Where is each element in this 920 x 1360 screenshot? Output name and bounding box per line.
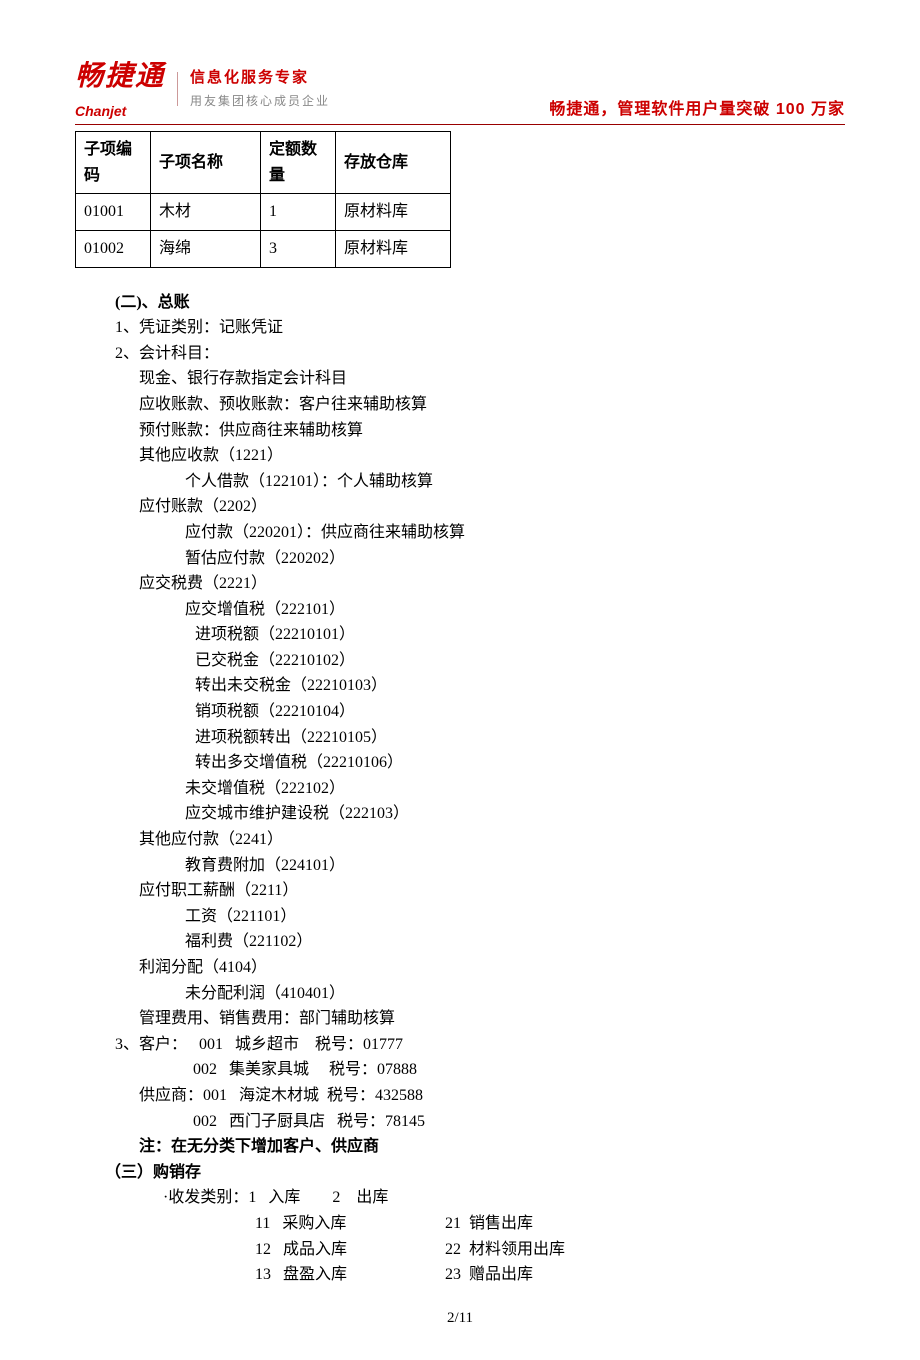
logo-group: 畅捷通 Chanjet 信息化服务专家 用友集团核心成员企业 (75, 55, 330, 122)
inout-out-2: 22 材料领用出库 (445, 1237, 565, 1263)
cell-warehouse: 原材料库 (336, 194, 451, 231)
cell-warehouse: 原材料库 (336, 230, 451, 267)
acct-receivable: 应收账款、预收账款：客户往来辅助核算 (115, 392, 845, 418)
logo-en: Chanjet (75, 100, 165, 122)
cell-name: 木材 (151, 194, 261, 231)
acct-payable-sub1: 应付款（220201）：供应商往来辅助核算 (115, 520, 845, 546)
acct-other-receivable: 其他应收款（1221） (115, 443, 845, 469)
supplier-1: 供应商：001 海淀木材城 税号：432588 (115, 1083, 845, 1109)
logo-cn: 畅捷通 (75, 55, 165, 100)
inout-row-3: 13 盘盈入库 23 赠品出库 (115, 1262, 845, 1288)
inout-in-1: 11 采购入库 (255, 1211, 445, 1237)
note-add-customer: 注：在无分类下增加客户、供应商 (115, 1134, 845, 1160)
acct-vat-6: 转出多交增值税（22210106） (115, 750, 845, 776)
inout-row-2: 12 成品入库 22 材料领用出库 (115, 1237, 845, 1263)
acct-vat-5: 进项税额转出（22210105） (115, 725, 845, 751)
logo-tagline-block: 信息化服务专家 用友集团核心成员企业 (190, 66, 330, 111)
th-qty: 定额数量 (261, 132, 336, 194)
table-header-row: 子项编码 子项名称 定额数量 存放仓库 (76, 132, 451, 194)
acct-other-payable: 其他应付款（2241） (115, 827, 845, 853)
body-content: (二)、总账 1、凭证类别：记账凭证 2、会计科目： 现金、银行存款指定会计科目… (75, 290, 845, 1288)
inout-in-3: 13 盘盈入库 (255, 1262, 445, 1288)
inout-header: ·收发类别：1 入库 2 出库 (115, 1185, 845, 1211)
th-code: 子项编码 (76, 132, 151, 194)
supplier-2: 002 西门子厨具店 税号：78145 (115, 1109, 845, 1135)
cell-code: 01001 (76, 194, 151, 231)
acct-vat-3: 转出未交税金（22210103） (115, 673, 845, 699)
inout-in-2: 12 成品入库 (255, 1237, 445, 1263)
logo-block: 畅捷通 Chanjet (75, 55, 165, 122)
acct-profit-dist: 利润分配（4104） (115, 955, 845, 981)
acct-wage: 工资（221101） (115, 904, 845, 930)
page-header: 畅捷通 Chanjet 信息化服务专家 用友集团核心成员企业 畅捷通，管理软件用… (75, 55, 845, 125)
acct-payable-sub2: 暂估应付款（220202） (115, 546, 845, 572)
cell-code: 01002 (76, 230, 151, 267)
table-row: 01001 木材 1 原材料库 (76, 194, 451, 231)
acct-vat-2: 已交税金（22210102） (115, 648, 845, 674)
materials-table: 子项编码 子项名称 定额数量 存放仓库 01001 木材 1 原材料库 0100… (75, 131, 451, 267)
acct-vat-4: 销项税额（22210104） (115, 699, 845, 725)
acct-education-fee: 教育费附加（224101） (115, 853, 845, 879)
acct-personal-loan: 个人借款（122101）：个人辅助核算 (115, 469, 845, 495)
acct-payable: 应付账款（2202） (115, 494, 845, 520)
header-slogan: 畅捷通，管理软件用户量突破 100 万家 (549, 97, 845, 123)
acct-welfare: 福利费（221102） (115, 929, 845, 955)
page-number: 2/11 (75, 1306, 845, 1330)
customer-2: 002 集美家具城 税号：07888 (115, 1057, 845, 1083)
inout-out-3: 23 赠品出库 (445, 1262, 533, 1288)
acct-unpaid-vat: 未交增值税（222102） (115, 776, 845, 802)
th-name: 子项名称 (151, 132, 261, 194)
acct-prepaid: 预付账款：供应商往来辅助核算 (115, 418, 845, 444)
acct-vat-1: 进项税额（22210101） (115, 622, 845, 648)
th-warehouse: 存放仓库 (336, 132, 451, 194)
logo-divider (177, 72, 178, 106)
cell-qty: 3 (261, 230, 336, 267)
acct-tax: 应交税费（2221） (115, 571, 845, 597)
table-row: 01002 海绵 3 原材料库 (76, 230, 451, 267)
section-3-title: （三）购销存 (105, 1160, 845, 1186)
item-accounts-heading: 2、会计科目： (115, 341, 845, 367)
acct-undist-profit: 未分配利润（410401） (115, 981, 845, 1007)
logo-tagline-2: 用友集团核心成员企业 (190, 92, 330, 111)
acct-cash: 现金、银行存款指定会计科目 (115, 366, 845, 392)
acct-city-tax: 应交城市维护建设税（222103） (115, 801, 845, 827)
acct-expenses: 管理费用、销售费用：部门辅助核算 (115, 1006, 845, 1032)
acct-salary: 应付职工薪酬（2211） (115, 878, 845, 904)
logo-tagline-1: 信息化服务专家 (190, 66, 330, 90)
cell-name: 海绵 (151, 230, 261, 267)
section-2-title: (二)、总账 (115, 290, 845, 316)
inout-row-1: 11 采购入库 21 销售出库 (115, 1211, 845, 1237)
cell-qty: 1 (261, 194, 336, 231)
customer-1: 3、客户： 001 城乡超市 税号：01777 (115, 1032, 845, 1058)
acct-vat: 应交增值税（222101） (115, 597, 845, 623)
inout-out-1: 21 销售出库 (445, 1211, 533, 1237)
item-voucher-type: 1、凭证类别：记账凭证 (115, 315, 845, 341)
